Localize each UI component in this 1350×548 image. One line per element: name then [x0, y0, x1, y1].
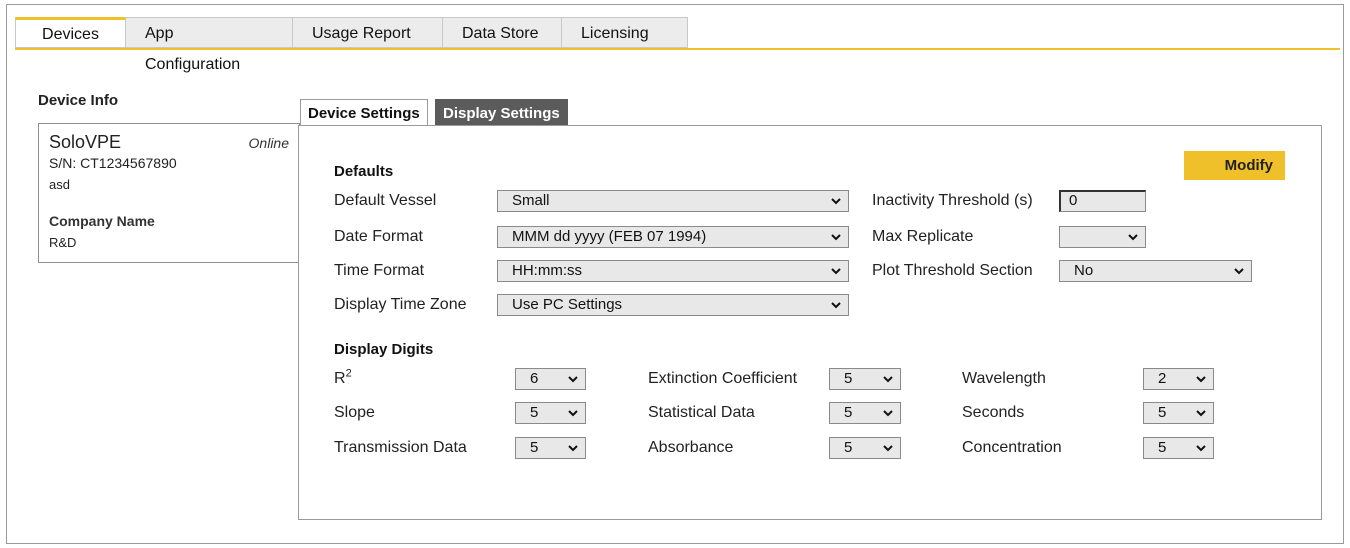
display-digits-title: Display Digits: [334, 341, 434, 358]
chevron-down-icon: [883, 376, 893, 383]
slope-digits-value: 5: [530, 404, 539, 421]
chevron-down-icon: [1196, 376, 1206, 383]
concentration-label: Concentration: [962, 439, 1062, 456]
concentration-digits-select[interactable]: 5: [1143, 437, 1214, 459]
chevron-down-icon: [883, 410, 893, 417]
chevron-down-icon: [831, 302, 841, 309]
chevron-down-icon: [831, 268, 841, 275]
default-vessel-value: Small: [512, 192, 550, 209]
tab-data-store[interactable]: Data Store: [443, 17, 562, 48]
device-info-title: Device Info: [38, 92, 119, 109]
display-time-zone-value: Use PC Settings: [512, 296, 623, 313]
seconds-label: Seconds: [962, 404, 1025, 421]
max-replicate-select[interactable]: [1059, 226, 1146, 248]
wavelength-digits-select[interactable]: 2: [1143, 368, 1214, 390]
defaults-title: Defaults: [334, 163, 394, 180]
main-tabs: Devices App Configuration Usage Report D…: [15, 17, 688, 73]
transmission-data-digits-value: 5: [530, 439, 539, 456]
statistical-data-digits-select[interactable]: 5: [829, 402, 901, 424]
slope-label: Slope: [334, 404, 375, 421]
device-card[interactable]: SoloVPE Online S/N: CT1234567890 asd Com…: [38, 123, 300, 263]
date-format-select[interactable]: MMM dd yyyy (FEB 07 1994): [497, 226, 849, 248]
tab-licensing[interactable]: Licensing: [562, 17, 688, 48]
transmission-data-digits-select[interactable]: 5: [515, 437, 586, 459]
device-name: SoloVPE: [49, 132, 122, 152]
tab-device-settings[interactable]: Device Settings: [300, 99, 428, 126]
wavelength-digits-value: 2: [1158, 370, 1167, 387]
absorbance-label: Absorbance: [648, 439, 734, 456]
chevron-down-icon: [1196, 410, 1206, 417]
chevron-down-icon: [568, 445, 578, 452]
tab-usage-report[interactable]: Usage Report: [293, 17, 443, 48]
absorbance-digits-value: 5: [844, 439, 853, 456]
chevron-down-icon: [568, 376, 578, 383]
date-format-label: Date Format: [334, 228, 423, 245]
r2-digits-select[interactable]: 6: [515, 368, 586, 390]
chevron-down-icon: [1128, 234, 1138, 241]
company-name-label: Company Name: [49, 213, 155, 229]
chevron-down-icon: [831, 234, 841, 241]
seconds-digits-value: 5: [1158, 404, 1167, 421]
date-format-value: MMM dd yyyy (FEB 07 1994): [512, 228, 707, 245]
extinction-coefficient-digits-select[interactable]: 5: [829, 368, 901, 390]
plot-threshold-section-label: Plot Threshold Section: [872, 262, 1033, 279]
chevron-down-icon: [883, 445, 893, 452]
slope-digits-select[interactable]: 5: [515, 402, 586, 424]
tab-devices[interactable]: Devices: [15, 17, 126, 48]
default-vessel-label: Default Vessel: [334, 192, 437, 209]
default-vessel-select[interactable]: Small: [497, 190, 849, 212]
plot-threshold-section-select[interactable]: No: [1059, 260, 1252, 282]
max-replicate-label: Max Replicate: [872, 228, 974, 245]
display-time-zone-label: Display Time Zone: [334, 296, 467, 313]
concentration-digits-value: 5: [1158, 439, 1167, 456]
time-format-label: Time Format: [334, 262, 425, 279]
time-format-value: HH:mm:ss: [512, 262, 582, 279]
tab-app-configuration[interactable]: App Configuration: [126, 17, 293, 73]
extinction-coefficient-label: Extinction Coefficient: [648, 370, 798, 387]
r2-digits-value: 6: [530, 370, 539, 387]
device-note: asd: [49, 177, 70, 192]
time-format-select[interactable]: HH:mm:ss: [497, 260, 849, 282]
seconds-digits-select[interactable]: 5: [1143, 402, 1214, 424]
inactivity-threshold-label: Inactivity Threshold (s): [872, 192, 1033, 209]
transmission-data-label: Transmission Data: [334, 439, 467, 456]
inactivity-threshold-input[interactable]: 0: [1059, 190, 1146, 212]
tab-display-settings[interactable]: Display Settings: [435, 99, 568, 126]
chevron-down-icon: [1196, 445, 1206, 452]
device-serial: S/N: CT1234567890: [49, 155, 177, 171]
tabs-underline: [15, 48, 1340, 50]
wavelength-label: Wavelength: [962, 370, 1046, 387]
display-time-zone-select[interactable]: Use PC Settings: [497, 294, 849, 316]
statistical-data-label: Statistical Data: [648, 404, 755, 421]
company-name-value: R&D: [49, 235, 77, 250]
chevron-down-icon: [831, 198, 841, 205]
statistical-data-digits-value: 5: [844, 404, 853, 421]
r2-label: R2: [334, 367, 352, 387]
display-settings-panel: [298, 125, 1322, 520]
modify-button[interactable]: Modify: [1184, 151, 1285, 180]
extinction-coefficient-digits-value: 5: [844, 370, 853, 387]
absorbance-digits-select[interactable]: 5: [829, 437, 901, 459]
device-status: Online: [248, 135, 289, 151]
plot-threshold-section-value: No: [1074, 262, 1094, 279]
chevron-down-icon: [568, 410, 578, 417]
chevron-down-icon: [1234, 268, 1244, 275]
